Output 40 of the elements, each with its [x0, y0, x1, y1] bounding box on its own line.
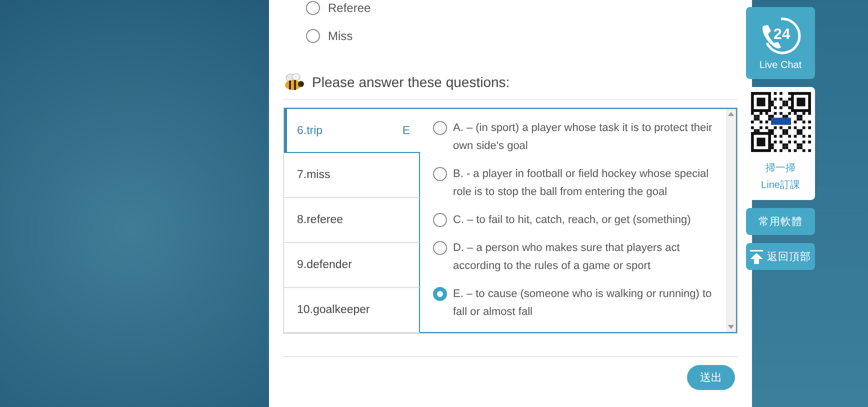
qr-code-icon — [750, 92, 810, 152]
question-label: 10.goalkeeper — [297, 304, 370, 316]
question-label: 7.miss — [297, 169, 330, 181]
chat-label: Live Chat — [759, 60, 802, 70]
question-label: 6.trip — [297, 124, 323, 136]
radio-button[interactable] — [433, 121, 447, 135]
option-label: Referee — [328, 1, 371, 15]
question-tab[interactable]: 9.defender — [284, 243, 420, 288]
bee-icon — [283, 73, 305, 91]
option-text: C. – to fail to hit, catch, reach, or get (something) — [453, 213, 691, 228]
radio-button[interactable] — [433, 167, 447, 181]
chosen-answer: E — [402, 124, 410, 136]
radio-button[interactable] — [433, 287, 447, 301]
option-text: B. - a player in football or field hockey whose special role is to stop the ball from entering the goal — [453, 167, 710, 200]
radio-button[interactable] — [433, 241, 447, 255]
live-chat-button[interactable]: 24 Live Chat — [746, 7, 815, 79]
hours-text: 24 — [774, 26, 790, 42]
question-label: 8.referee — [297, 214, 344, 226]
radio-button[interactable] — [306, 29, 320, 43]
option-text: D. – a person who makes sure that players act according to the rules of a game or sport — [453, 241, 681, 274]
submit-button[interactable]: 送出 — [687, 365, 735, 390]
section-heading: Please answer these questions: — [312, 74, 510, 90]
software-button[interactable]: 常用軟體 — [746, 208, 815, 235]
up-arrow-icon — [750, 250, 763, 264]
option-label: Miss — [328, 29, 353, 43]
radio-button[interactable] — [433, 213, 447, 227]
scroll-up-icon[interactable] — [728, 112, 734, 116]
qr-caption: 掃一掃 — [766, 162, 796, 176]
back-to-top-button[interactable]: 返回頂部 — [746, 243, 815, 270]
qr-caption: Line訂課 — [761, 178, 800, 193]
question-tab[interactable]: 7.miss — [284, 153, 420, 198]
scroll-down-icon[interactable] — [728, 325, 734, 329]
question-tab[interactable]: 10.goalkeeper — [284, 288, 420, 333]
radio-button[interactable] — [306, 1, 320, 15]
option-text: A. – (in sport) a player whose task it is to protect their own side's goal — [453, 121, 714, 154]
question-tab[interactable]: 6.trip E — [284, 108, 420, 153]
question-tab[interactable]: 8.referee — [284, 198, 420, 243]
option-text: E. – to cause (someone who is walking or running) to fall or almost fall — [453, 287, 713, 320]
scrollbar[interactable] — [726, 109, 737, 332]
question-label: 9.defender — [297, 259, 352, 271]
